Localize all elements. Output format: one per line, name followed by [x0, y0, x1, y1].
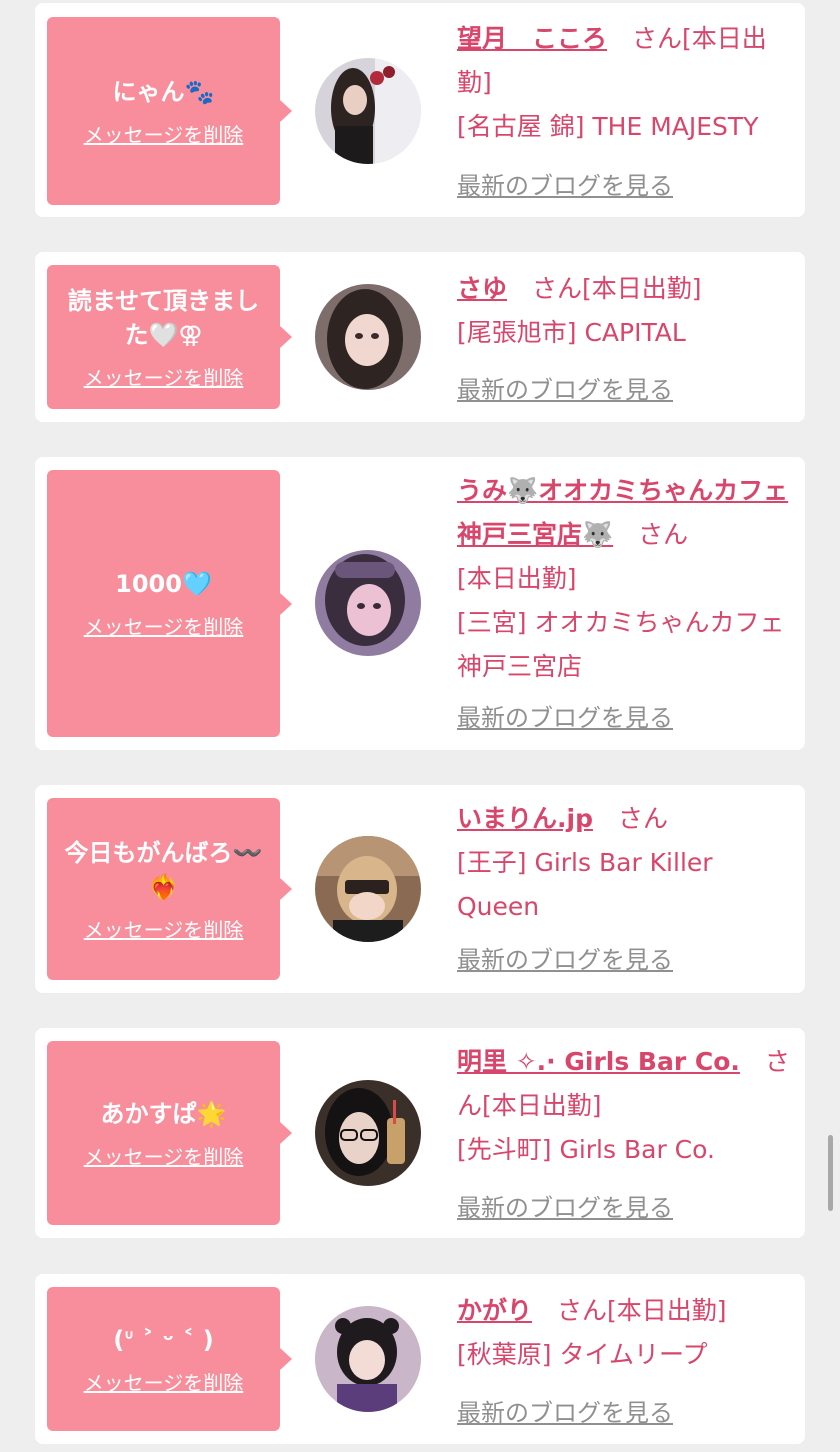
- message-text: にゃん🐾: [112, 77, 215, 106]
- shop-name: [王子] Girls Bar Killer Queen: [457, 848, 713, 921]
- honorific: さん: [557, 1296, 608, 1325]
- message-text: 読ませて頂きました🤍⚢: [67, 286, 260, 349]
- message-text: あかすぱ🌟: [100, 1099, 227, 1128]
- message-bubble: (ᐡ ˃ ᵕ ˂ ) メッセージを削除: [47, 1287, 292, 1431]
- latest-blog-link[interactable]: 最新のブログを見る: [457, 1188, 673, 1223]
- cast-info: 明里 ✧.· Girls Bar Co. さん[本日出勤] [先斗町] Girl…: [457, 1040, 797, 1172]
- cast-info: 望月 こころ さん[本日出勤] [名古屋 錦] THE MAJESTY: [457, 17, 797, 149]
- shop-name: [三宮] オオカミちゃんカフェ神戸三宮店: [457, 608, 785, 681]
- cast-name-link[interactable]: うみ🐺オオカミちゃんカフェ神戸三宮店🐺: [457, 476, 788, 549]
- shop-name: [尾張旭市] CAPITAL: [457, 318, 686, 347]
- scrollbar[interactable]: [828, 1135, 833, 1211]
- latest-blog-link[interactable]: 最新のブログを見る: [457, 1393, 673, 1428]
- message-text: (ᐡ ˃ ᵕ ˂ ): [113, 1325, 214, 1354]
- delete-message-link[interactable]: メッセージを削除: [84, 1141, 244, 1170]
- delete-message-link[interactable]: メッセージを削除: [84, 362, 244, 391]
- list-item: あかすぱ🌟 メッセージを削除 明里 ✧.· Girls Bar Co. さん[本…: [35, 1028, 805, 1238]
- latest-blog-link[interactable]: 最新のブログを見る: [457, 166, 673, 201]
- cast-info: かがり さん[本日出勤] [秋葉原] タイムリープ: [457, 1289, 797, 1377]
- list-item: (ᐡ ˃ ᵕ ˂ ) メッセージを削除 かがり さん[本日出勤] [秋葉原] タ…: [35, 1274, 805, 1444]
- cast-info: いまりん.jp さん [王子] Girls Bar Killer Queen: [457, 797, 797, 929]
- honorific: さん: [617, 804, 668, 833]
- latest-blog-link[interactable]: 最新のブログを見る: [457, 698, 673, 733]
- avatar[interactable]: [315, 836, 421, 942]
- delete-message-link[interactable]: メッセージを削除: [84, 119, 244, 148]
- list-item: 読ませて頂きました🤍⚢ メッセージを削除 さゆ さん[本日出勤] [尾張旭市] …: [35, 252, 805, 422]
- honorific: さん: [532, 274, 583, 303]
- status-badge: [本日出勤]: [482, 1091, 602, 1120]
- latest-blog-link[interactable]: 最新のブログを見る: [457, 370, 673, 405]
- message-bubble: あかすぱ🌟 メッセージを削除: [47, 1041, 292, 1225]
- list-item: にゃん🐾 メッセージを削除 望月 こころ さん[本日出勤] [名古屋 錦] TH…: [35, 3, 805, 217]
- cast-name-link[interactable]: さゆ: [457, 274, 507, 303]
- message-bubble: 1000🩵 メッセージを削除: [47, 470, 292, 737]
- message-bubble: 読ませて頂きました🤍⚢ メッセージを削除: [47, 265, 292, 409]
- status-badge: [本日出勤]: [607, 1296, 727, 1325]
- message-text: 今日もがんばろ〰️❤️‍🔥: [64, 838, 263, 901]
- honorific: さん: [638, 520, 689, 549]
- message-bubble: 今日もがんばろ〰️❤️‍🔥 メッセージを削除: [47, 798, 292, 980]
- status-badge: [本日出勤]: [582, 274, 702, 303]
- cast-name-link[interactable]: かがり: [457, 1296, 532, 1325]
- message-bubble: にゃん🐾 メッセージを削除: [47, 17, 292, 205]
- avatar[interactable]: [315, 1080, 421, 1186]
- shop-name: [名古屋 錦] THE MAJESTY: [457, 112, 759, 141]
- avatar[interactable]: [315, 284, 421, 390]
- latest-blog-link[interactable]: 最新のブログを見る: [457, 940, 673, 975]
- status-badge: [本日出勤]: [457, 564, 577, 593]
- shop-name: [先斗町] Girls Bar Co.: [457, 1135, 715, 1164]
- list-item: 今日もがんばろ〰️❤️‍🔥 メッセージを削除 いまりん.jp さん [王子] G…: [35, 785, 805, 993]
- cast-name-link[interactable]: 明里 ✧.· Girls Bar Co.: [457, 1047, 740, 1076]
- avatar[interactable]: [315, 1306, 421, 1412]
- cast-info: うみ🐺オオカミちゃんカフェ神戸三宮店🐺 さん [本日出勤] [三宮] オオカミち…: [457, 469, 797, 689]
- list-item: 1000🩵 メッセージを削除 うみ🐺オオカミちゃんカフェ神戸三宮店🐺 さん [本…: [35, 457, 805, 750]
- avatar[interactable]: [315, 550, 421, 656]
- honorific: さん: [632, 24, 683, 53]
- cast-name-link[interactable]: 望月 こころ: [457, 24, 607, 53]
- shop-name: [秋葉原] タイムリープ: [457, 1340, 708, 1369]
- cast-name-link[interactable]: いまりん.jp: [457, 804, 593, 833]
- avatar[interactable]: [315, 58, 421, 164]
- delete-message-link[interactable]: メッセージを削除: [84, 611, 244, 640]
- delete-message-link[interactable]: メッセージを削除: [84, 1367, 244, 1396]
- message-text: 1000🩵: [115, 570, 212, 598]
- delete-message-link[interactable]: メッセージを削除: [84, 914, 244, 943]
- cast-info: さゆ さん[本日出勤] [尾張旭市] CAPITAL: [457, 267, 797, 355]
